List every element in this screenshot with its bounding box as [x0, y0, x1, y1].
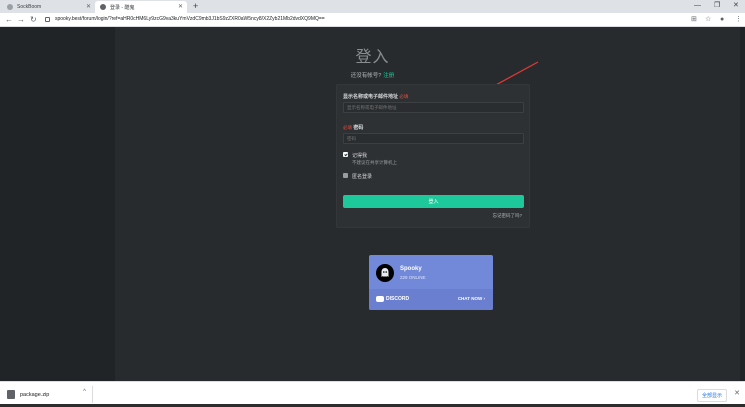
- discord-widget[interactable]: Spooky 229 ONLINE DISCORD CHAT NOW ›: [369, 255, 493, 310]
- anonymous-label: 匿名登录: [352, 174, 373, 180]
- required-badge: 必填: [399, 94, 409, 99]
- tab-title: SockBoom: [17, 4, 42, 10]
- lock-icon[interactable]: [45, 17, 50, 22]
- remember-me-label: 记得我: [352, 153, 368, 159]
- window-close-icon[interactable]: ✕: [733, 0, 739, 12]
- no-account-text: 还没有帐号?: [350, 73, 382, 79]
- restore-icon[interactable]: ❐: [714, 0, 720, 12]
- tab-login[interactable]: 登录 - 酷鬼 ✕: [95, 1, 187, 13]
- remember-me-checkbox[interactable]: [343, 152, 348, 157]
- login-form: 显示名称或电子邮件地址 必填 必填 密码 记得我 不建议在共享计算机上 匿名登录…: [336, 84, 530, 228]
- discord-logo: DISCORD: [376, 296, 409, 302]
- server-avatar: [376, 264, 394, 282]
- browser-toolbar: ← → ↻ spooky.best/forum/login/?ref=aHR0c…: [0, 13, 745, 27]
- archive-icon: [7, 390, 15, 399]
- username-input[interactable]: [343, 102, 524, 113]
- show-all-button[interactable]: 全部显示: [696, 389, 727, 402]
- profile-icon[interactable]: ●: [720, 14, 724, 26]
- register-link[interactable]: 注册: [383, 73, 394, 79]
- favicon-icon: [7, 4, 13, 10]
- online-count: 229 ONLINE: [400, 275, 426, 280]
- tab-close-icon[interactable]: ✕: [86, 3, 91, 10]
- page-title: 登入: [355, 49, 390, 66]
- password-label: 必填 密码: [343, 125, 364, 131]
- divider: [92, 386, 93, 403]
- username-label: 显示名称或电子邮件地址 必填: [343, 94, 409, 100]
- ghost-icon: [381, 268, 389, 277]
- tab-close-icon[interactable]: ✕: [178, 3, 183, 10]
- tab-sockboom[interactable]: SockBoom ✕: [2, 1, 95, 13]
- password-input[interactable]: [343, 133, 524, 144]
- close-icon[interactable]: ✕: [734, 389, 740, 397]
- back-icon[interactable]: ←: [5, 14, 13, 26]
- forward-icon[interactable]: →: [17, 14, 25, 26]
- tab-strip: SockBoom ✕ 登录 - 酷鬼 ✕ + — ❐ ✕: [0, 0, 745, 13]
- tab-title: 登录 - 酷鬼: [110, 4, 135, 11]
- chevron-right-icon: ›: [483, 296, 486, 301]
- server-name: Spooky: [400, 266, 422, 272]
- minimize-icon[interactable]: —: [694, 0, 701, 12]
- remember-me-hint: 不建议在共享计算机上: [352, 160, 397, 165]
- chat-now-button[interactable]: CHAT NOW ›: [458, 296, 485, 301]
- login-button[interactable]: 登入: [343, 195, 524, 208]
- register-prompt: 还没有帐号? 注册: [0, 71, 745, 79]
- menu-icon[interactable]: ⋮: [735, 14, 742, 26]
- address-bar[interactable]: spooky.best/forum/login/?ref=aHR0cHM6Ly9…: [55, 16, 325, 22]
- new-tab-button[interactable]: +: [193, 0, 198, 13]
- favicon-icon: [100, 4, 106, 10]
- download-file-name: package.zip: [20, 391, 50, 398]
- translate-icon[interactable]: ⊞: [691, 14, 697, 26]
- chevron-up-icon[interactable]: ^: [83, 389, 86, 395]
- star-icon[interactable]: ☆: [705, 14, 711, 26]
- forgot-password-link[interactable]: 忘记密码了吗?: [492, 213, 522, 219]
- discord-icon: [376, 296, 384, 302]
- reload-icon[interactable]: ↻: [30, 14, 37, 26]
- anonymous-checkbox[interactable]: [343, 173, 348, 178]
- required-badge: 必填: [343, 125, 352, 130]
- download-item[interactable]: package.zip ^: [4, 386, 90, 403]
